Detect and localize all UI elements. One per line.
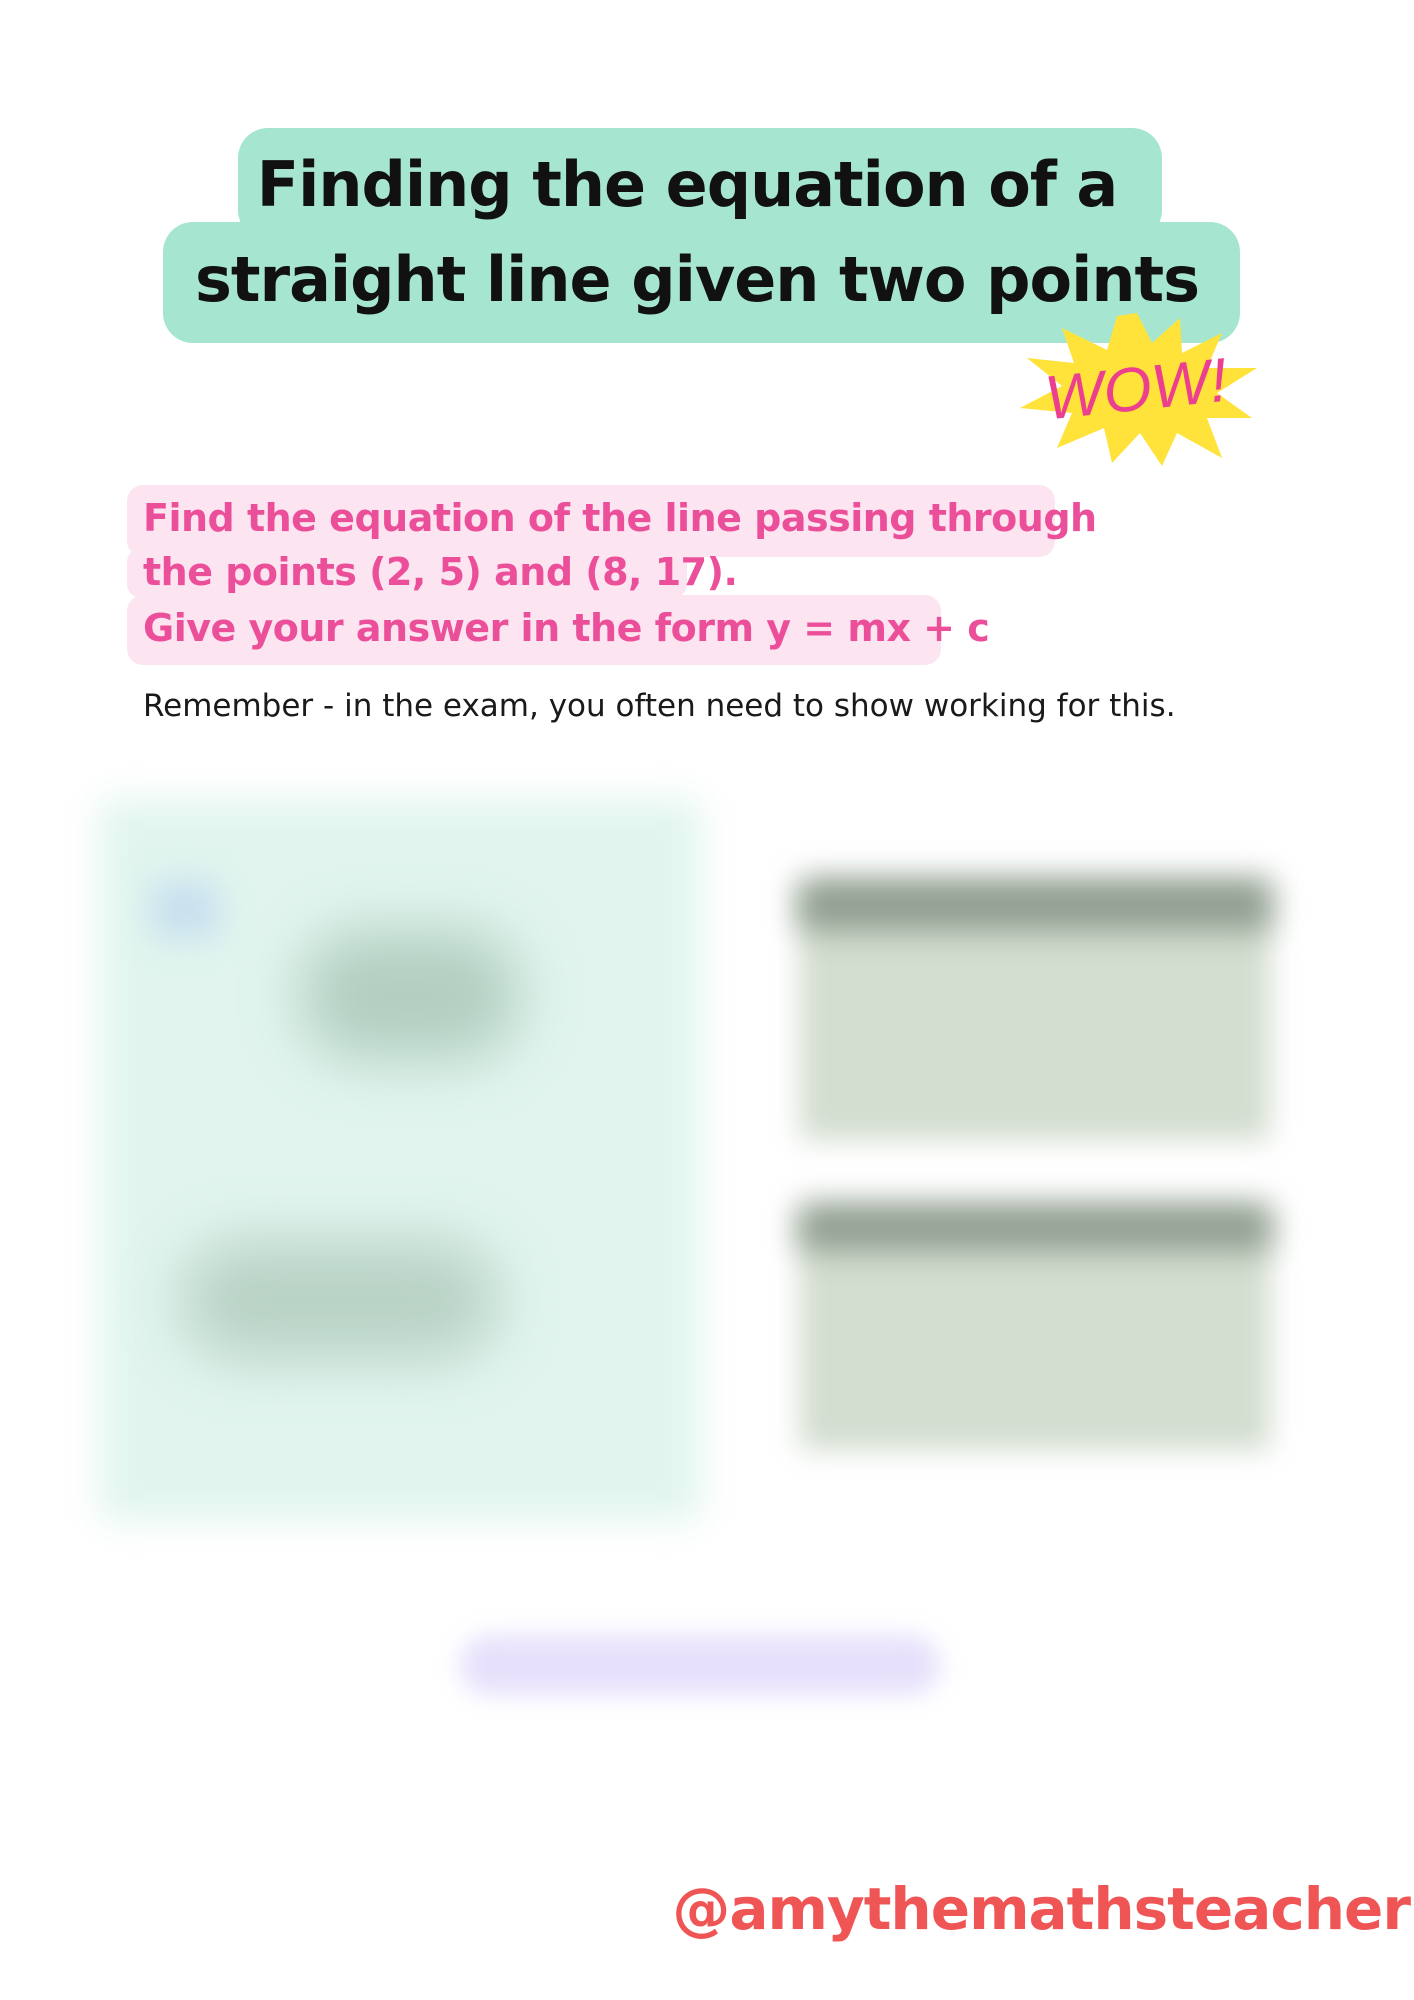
blurred-working-2 — [180, 1240, 500, 1360]
page-title-line-1: Finding the equation of a — [256, 148, 1119, 221]
remember-note: Remember - in the exam, you often need t… — [143, 688, 1176, 724]
question-line-2: the points (2, 5) and (8, 17). — [143, 550, 738, 594]
blurred-answer-card-1-header — [800, 880, 1270, 930]
author-handle: @amythemathsteacher — [672, 1875, 1411, 1943]
question-line-1: Find the equation of the line passing th… — [143, 496, 1097, 540]
page-title-line-2: straight line given two points — [194, 243, 1200, 316]
blurred-mark — [150, 880, 220, 940]
wow-sticker: WOW! — [1020, 313, 1257, 466]
blurred-answer-card-2-header — [800, 1205, 1270, 1250]
blurred-answer-pill — [460, 1635, 940, 1695]
blurred-working-1 — [300, 930, 520, 1060]
question-line-3: Give your answer in the form y = mx + c — [143, 606, 990, 650]
